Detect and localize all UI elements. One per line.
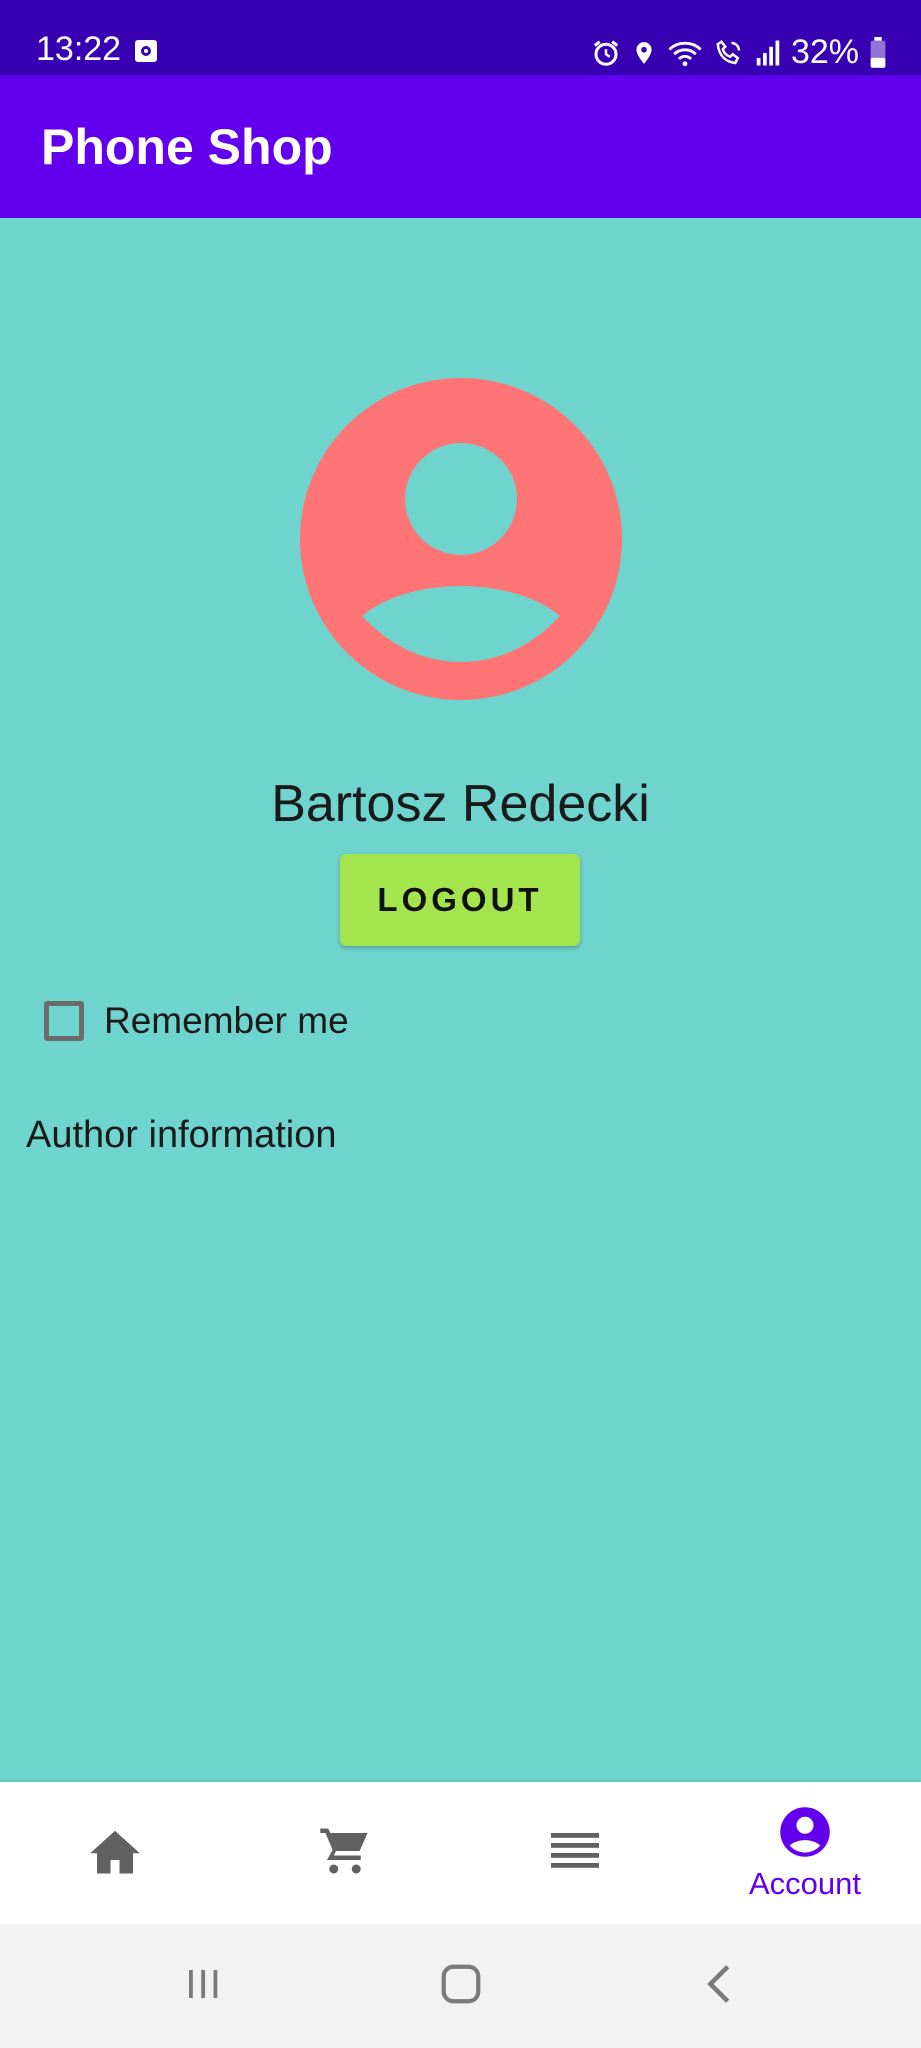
app-title: Phone Shop <box>41 119 333 175</box>
remember-me-checkbox[interactable]: Remember me <box>44 1000 349 1042</box>
recent-apps-button[interactable] <box>170 1924 236 2048</box>
user-name: Bartosz Redecki <box>271 775 650 833</box>
nav-cart[interactable] <box>300 1782 390 1924</box>
system-navigation-bar <box>0 1924 921 2048</box>
remember-me-label[interactable]: Remember me <box>104 1000 349 1042</box>
status-bar: 13:22 32% <box>0 0 921 75</box>
recent-apps-icon <box>182 1963 224 2010</box>
home-icon <box>88 1826 142 1881</box>
battery-percent: 32% <box>790 33 859 71</box>
battery-icon <box>869 36 887 69</box>
cart-icon <box>318 1824 372 1883</box>
nav-account[interactable]: Account <box>720 1782 890 1924</box>
list-icon <box>550 1831 600 1876</box>
back-button[interactable] <box>692 1924 748 2048</box>
status-icons: 32% <box>591 33 887 72</box>
status-time: 13:22 <box>36 30 122 68</box>
avatar-icon <box>300 378 622 700</box>
app-bar: Phone Shop <box>0 75 921 218</box>
bottom-navigation: Account <box>0 1782 921 1924</box>
wifi-icon <box>667 38 703 68</box>
home-square-icon <box>438 1961 484 2012</box>
location-icon <box>631 38 657 68</box>
account-screen: Bartosz Redecki LOGOUT Remember me Autho… <box>0 218 921 1782</box>
nav-account-label: Account <box>748 1865 861 1901</box>
nav-home[interactable] <box>70 1782 160 1924</box>
wifi-call-icon <box>713 38 745 68</box>
logout-button[interactable]: LOGOUT <box>340 854 580 946</box>
checkbox-box[interactable] <box>44 1001 84 1041</box>
author-information-link[interactable]: Author information <box>26 1114 337 1157</box>
media-icon <box>134 39 158 68</box>
signal-icon <box>755 38 781 68</box>
back-icon <box>700 1961 740 2012</box>
account-icon <box>778 1805 832 1864</box>
home-button[interactable] <box>426 1924 496 2048</box>
alarm-icon <box>591 38 621 68</box>
nav-list[interactable] <box>530 1782 620 1924</box>
